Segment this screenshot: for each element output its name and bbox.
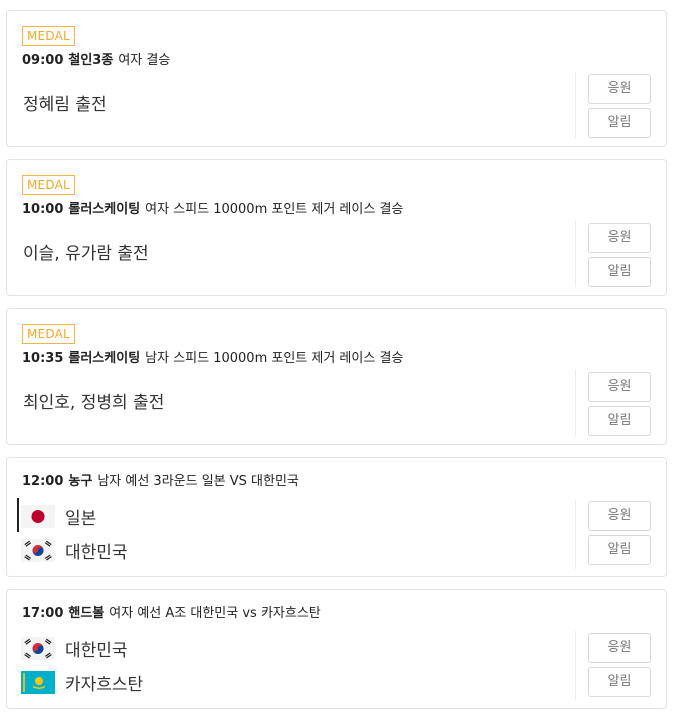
event-headline: 17:00 핸드볼 여자 예선 A조 대한민국 vs 카자흐스탄: [22, 605, 321, 623]
korea-flag-icon: [21, 636, 55, 660]
event-detail: 여자 스피드 10000m 포인트 제거 레이스 결승: [145, 202, 404, 217]
event-time: 09:00: [22, 53, 64, 68]
button-divider: [575, 72, 576, 138]
event-headline: 10:35 롤러스케이팅 남자 스피드 10000m 포인트 제거 레이스 결승: [22, 350, 403, 368]
event-athletes: 최인호, 정병희 출전: [23, 393, 165, 413]
event-athletes: 이슬, 유가람 출전: [23, 244, 149, 264]
event-sport: 롤러스케이팅: [68, 202, 141, 217]
cheer-button[interactable]: 응원: [588, 74, 651, 104]
event-detail: 남자 예선 3라운드 일본 VS 대한민국: [97, 474, 299, 489]
event-card: MEDAL 10:35 롤러스케이팅 남자 스피드 10000m 포인트 제거 레이…: [6, 308, 667, 445]
alert-button[interactable]: 알림: [588, 257, 651, 287]
event-headline: 10:00 롤러스케이팅 여자 스피드 10000m 포인트 제거 레이스 결승: [22, 201, 403, 219]
event-detail: 여자 결승: [118, 53, 171, 68]
event-card: 17:00 핸드볼 여자 예선 A조 대한민국 vs 카자흐스탄 대한민국 카자…: [6, 589, 667, 709]
event-time: 10:35: [22, 351, 64, 366]
button-divider: [575, 221, 576, 287]
cheer-button[interactable]: 응원: [588, 501, 651, 531]
event-headline: 09:00 철인3종 여자 결승: [22, 52, 170, 70]
event-time: 12:00: [22, 474, 64, 489]
cheer-button[interactable]: 응원: [588, 372, 651, 402]
event-card: MEDAL 09:00 철인3종 여자 결승 정혜림 출전 응원 알림: [6, 10, 667, 147]
alert-button[interactable]: 알림: [588, 667, 651, 697]
kazakhstan-flag-icon: [21, 670, 55, 694]
event-athletes: 정혜림 출전: [23, 95, 107, 115]
event-sport: 롤러스케이팅: [68, 351, 141, 366]
alert-button[interactable]: 알림: [588, 406, 651, 436]
medal-badge: MEDAL: [22, 26, 75, 46]
button-divider: [575, 499, 576, 569]
event-time: 17:00: [22, 606, 64, 621]
event-headline: 12:00 농구 남자 예선 3라운드 일본 VS 대한민국: [22, 473, 299, 491]
button-divider: [575, 370, 576, 436]
event-sport: 철인3종: [68, 53, 114, 68]
event-detail: 남자 스피드 10000m 포인트 제거 레이스 결승: [145, 351, 404, 366]
korea-flag-icon: [21, 538, 55, 562]
medal-badge: MEDAL: [22, 324, 75, 344]
event-card: MEDAL 10:00 롤러스케이팅 여자 스피드 10000m 포인트 제거 레이…: [6, 159, 667, 296]
team-name: 일본: [65, 508, 97, 529]
text-cursor: [17, 498, 19, 532]
team-name: 대한민국: [65, 542, 128, 563]
team-row: 카자흐스탄: [21, 668, 143, 696]
alert-button[interactable]: 알림: [588, 535, 651, 565]
team-name: 카자흐스탄: [65, 674, 144, 695]
alert-button[interactable]: 알림: [588, 108, 651, 138]
team-row: 대한민국: [21, 536, 128, 564]
event-sport: 농구: [68, 474, 93, 489]
event-time: 10:00: [22, 202, 64, 217]
team-row: 대한민국: [21, 634, 128, 662]
team-name: 대한민국: [65, 640, 128, 661]
japan-flag-icon: [21, 504, 55, 528]
team-row: 일본: [21, 502, 96, 530]
medal-badge: MEDAL: [22, 175, 75, 195]
event-detail: 여자 예선 A조 대한민국 vs 카자흐스탄: [109, 606, 321, 621]
button-divider: [575, 631, 576, 701]
cheer-button[interactable]: 응원: [588, 223, 651, 253]
cheer-button[interactable]: 응원: [588, 633, 651, 663]
event-sport: 핸드볼: [68, 606, 105, 621]
event-card: 12:00 농구 남자 예선 3라운드 일본 VS 대한민국 일본 대한민국 응…: [6, 457, 667, 577]
